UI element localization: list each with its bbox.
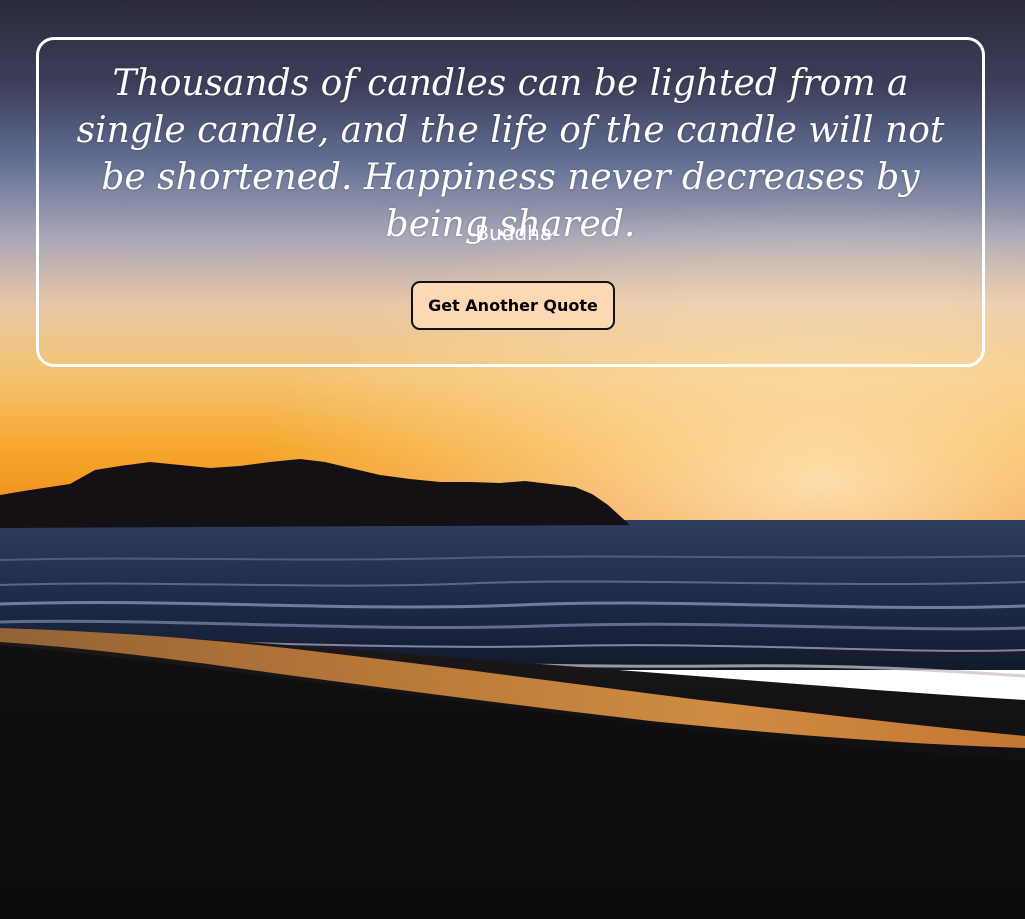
quote-author: -Buddha (468, 221, 553, 245)
get-another-quote-button[interactable]: Get Another Quote (411, 281, 615, 330)
quote-card: Thousands of candles can be lighted from… (36, 37, 985, 367)
